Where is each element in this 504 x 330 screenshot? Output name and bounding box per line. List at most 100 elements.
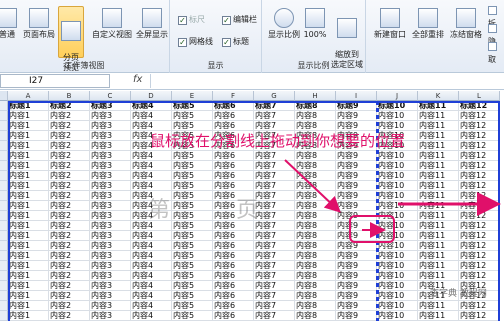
table-cell[interactable]: 内容10 xyxy=(377,111,418,121)
table-cell[interactable]: 内容12 xyxy=(459,181,500,191)
hide-button[interactable]: 隐 xyxy=(488,24,504,46)
column-header-d[interactable]: D xyxy=(131,91,172,101)
table-cell[interactable]: 内容1 xyxy=(8,301,49,311)
column-header-j[interactable]: J xyxy=(377,91,418,101)
column-header-l[interactable]: L xyxy=(459,91,500,101)
table-cell[interactable]: 内容3 xyxy=(90,221,131,231)
table-cell[interactable]: 内容6 xyxy=(213,231,254,241)
table-cell[interactable]: 内容5 xyxy=(172,211,213,221)
table-cell[interactable]: 内容3 xyxy=(90,161,131,171)
table-cell[interactable]: 内容8 xyxy=(295,251,336,261)
table-cell[interactable]: 内容11 xyxy=(418,301,459,311)
column-header-f[interactable]: F xyxy=(213,91,254,101)
table-cell[interactable]: 内容4 xyxy=(131,181,172,191)
table-cell[interactable]: 内容12 xyxy=(459,271,500,281)
table-cell[interactable]: 内容4 xyxy=(131,241,172,251)
table-cell[interactable]: 内容4 xyxy=(131,171,172,181)
table-cell[interactable]: 内容6 xyxy=(213,151,254,161)
table-cell[interactable]: 内容11 xyxy=(418,221,459,231)
table-cell[interactable]: 内容7 xyxy=(254,171,295,181)
table-cell[interactable]: 内容9 xyxy=(336,191,377,201)
table-cell[interactable]: 内容5 xyxy=(172,281,213,291)
column-header-i[interactable]: I xyxy=(336,91,377,101)
table-cell[interactable]: 内容6 xyxy=(213,111,254,121)
formula-input[interactable] xyxy=(150,74,504,88)
table-cell[interactable]: 内容11 xyxy=(418,131,459,141)
table-cell[interactable]: 内容12 xyxy=(459,201,500,211)
table-cell[interactable]: 内容11 xyxy=(418,171,459,181)
table-cell[interactable]: 内容2 xyxy=(49,141,90,151)
gridlines-checkbox[interactable]: ✓ 网格线 xyxy=(178,36,213,48)
table-cell[interactable]: 内容12 xyxy=(459,171,500,181)
table-cell[interactable]: 内容4 xyxy=(131,281,172,291)
table-cell[interactable]: 内容7 xyxy=(254,211,295,221)
table-cell[interactable]: 内容3 xyxy=(90,261,131,271)
table-cell[interactable]: 内容11 xyxy=(418,201,459,211)
table-cell[interactable]: 内容7 xyxy=(254,161,295,171)
table-cell[interactable]: 内容12 xyxy=(459,261,500,271)
fx-icon[interactable]: fx xyxy=(133,74,142,85)
table-cell[interactable]: 内容3 xyxy=(90,151,131,161)
table-cell[interactable]: 内容4 xyxy=(131,291,172,301)
row-header[interactable] xyxy=(0,311,8,321)
table-cell[interactable]: 内容8 xyxy=(295,311,336,321)
table-cell[interactable]: 内容1 xyxy=(8,171,49,181)
table-cell[interactable]: 内容11 xyxy=(418,191,459,201)
row-header[interactable] xyxy=(0,271,8,281)
table-cell[interactable]: 内容6 xyxy=(213,281,254,291)
table-cell[interactable]: 内容6 xyxy=(213,161,254,171)
row-header[interactable] xyxy=(0,261,8,271)
table-cell[interactable]: 内容8 xyxy=(295,261,336,271)
table-cell[interactable]: 内容2 xyxy=(49,281,90,291)
table-cell[interactable]: 内容8 xyxy=(295,281,336,291)
table-cell[interactable]: 内容2 xyxy=(49,111,90,121)
table-cell[interactable]: 内容9 xyxy=(336,151,377,161)
table-cell[interactable]: 内容8 xyxy=(295,301,336,311)
table-cell[interactable]: 内容2 xyxy=(49,221,90,231)
table-cell[interactable]: 内容1 xyxy=(8,161,49,171)
table-cell[interactable]: 内容6 xyxy=(213,301,254,311)
table-cell[interactable]: 内容10 xyxy=(377,171,418,181)
table-cell[interactable]: 内容2 xyxy=(49,251,90,261)
table-cell[interactable]: 内容2 xyxy=(49,201,90,211)
table-cell[interactable]: 内容2 xyxy=(49,161,90,171)
table-cell[interactable]: 内容8 xyxy=(295,291,336,301)
table-cell[interactable]: 内容3 xyxy=(90,251,131,261)
table-cell[interactable]: 内容8 xyxy=(295,161,336,171)
table-cell[interactable]: 内容7 xyxy=(254,191,295,201)
table-cell[interactable]: 内容5 xyxy=(172,221,213,231)
table-cell[interactable]: 内容5 xyxy=(172,261,213,271)
table-cell[interactable]: 内容2 xyxy=(49,291,90,301)
row-header[interactable] xyxy=(0,101,8,111)
table-cell[interactable]: 内容6 xyxy=(213,181,254,191)
table-cell[interactable]: 内容2 xyxy=(49,311,90,321)
table-cell[interactable]: 内容6 xyxy=(213,311,254,321)
table-cell[interactable]: 内容6 xyxy=(213,291,254,301)
zoom-button[interactable]: 显示比例 xyxy=(266,8,302,48)
custom-view-button[interactable]: 自定义视图 xyxy=(92,8,132,48)
table-cell[interactable]: 内容6 xyxy=(213,261,254,271)
split-button[interactable]: 拆 xyxy=(488,6,504,28)
print-area-border-right[interactable] xyxy=(498,101,500,321)
table-cell[interactable]: 内容1 xyxy=(8,261,49,271)
table-cell[interactable]: 内容4 xyxy=(131,161,172,171)
table-cell[interactable]: 内容12 xyxy=(459,251,500,261)
table-cell[interactable]: 内容5 xyxy=(172,251,213,261)
table-cell[interactable]: 内容12 xyxy=(459,121,500,131)
table-cell[interactable]: 内容1 xyxy=(8,191,49,201)
column-header-k[interactable]: K xyxy=(418,91,459,101)
table-cell[interactable]: 内容2 xyxy=(49,301,90,311)
table-cell[interactable]: 内容2 xyxy=(49,181,90,191)
table-cell[interactable]: 内容7 xyxy=(254,151,295,161)
table-cell[interactable]: 内容10 xyxy=(377,201,418,211)
table-cell[interactable]: 内容5 xyxy=(172,241,213,251)
table-cell[interactable]: 内容4 xyxy=(131,231,172,241)
table-cell[interactable]: 内容7 xyxy=(254,291,295,301)
table-cell[interactable]: 内容7 xyxy=(254,201,295,211)
table-cell[interactable]: 内容4 xyxy=(131,251,172,261)
table-cell[interactable]: 内容11 xyxy=(418,161,459,171)
normal-view-button[interactable]: 普通 xyxy=(0,8,20,48)
table-cell[interactable]: 内容7 xyxy=(254,221,295,231)
table-cell[interactable]: 内容7 xyxy=(254,311,295,321)
table-cell[interactable]: 内容8 xyxy=(295,111,336,121)
